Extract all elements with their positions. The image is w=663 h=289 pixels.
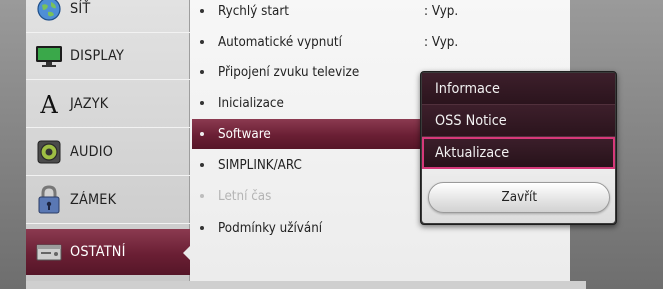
- popup-option-label: Informace: [435, 80, 500, 97]
- setting-name: Letní čas: [218, 188, 272, 204]
- padlock-icon: [34, 185, 64, 215]
- monitor-icon: [34, 41, 64, 71]
- bullet-icon: [200, 101, 204, 105]
- category-label: OSTATNÍ: [70, 244, 126, 260]
- language-letter-icon: A: [34, 89, 64, 119]
- category-item-lock[interactable]: ZÁMEK: [26, 177, 190, 224]
- setting-name: SIMPLINK/ARC: [218, 157, 302, 173]
- setting-value: : Vyp.: [424, 3, 459, 19]
- popup-option-label: Aktualizace: [435, 145, 510, 161]
- category-label: SÍŤ: [70, 1, 91, 17]
- category-item-language[interactable]: A JAZYK: [26, 81, 190, 128]
- globe-icon: [34, 0, 64, 24]
- category-menu: SÍŤ DISPLAY A JAZYK AUDIO ZÁMEK OSTATNÍ: [26, 0, 191, 281]
- category-label: DISPLAY: [70, 48, 125, 64]
- category-label: ZÁMEK: [70, 192, 117, 208]
- popup-option-update[interactable]: Aktualizace: [422, 137, 615, 169]
- setting-name: Připojení zvuku televize: [218, 64, 360, 80]
- popup-option-oss-notice[interactable]: OSS Notice: [422, 105, 615, 137]
- setting-name: Inicializace: [218, 95, 284, 111]
- bullet-icon: [200, 40, 204, 44]
- category-label: AUDIO: [70, 144, 114, 160]
- setting-name: Podmínky užívání: [218, 220, 323, 236]
- popup-option-label: OSS Notice: [435, 112, 507, 129]
- software-popup: Informace OSS Notice Aktualizace Zavřít: [420, 71, 617, 225]
- bullet-icon: [200, 194, 204, 198]
- popup-option-information[interactable]: Informace: [422, 73, 615, 105]
- category-item-display[interactable]: DISPLAY: [26, 33, 190, 80]
- category-label: JAZYK: [70, 96, 109, 112]
- bullet-icon: [200, 70, 204, 74]
- close-button[interactable]: Zavřít: [428, 182, 610, 213]
- setting-name: Automatické vypnutí: [218, 34, 342, 50]
- popup-footer: Zavřít: [422, 169, 615, 223]
- setting-name: Software: [218, 126, 271, 142]
- setting-row-quick-start[interactable]: Rychlý start : Vyp.: [192, 0, 564, 26]
- speaker-icon: [34, 137, 64, 167]
- bullet-icon: [200, 9, 204, 13]
- close-button-label: Zavřít: [501, 190, 537, 205]
- other-box-icon: [34, 237, 64, 267]
- category-item-other[interactable]: OSTATNÍ: [26, 229, 191, 275]
- setting-row-auto-power-off[interactable]: Automatické vypnutí : Vyp.: [192, 27, 564, 57]
- category-item-network[interactable]: SÍŤ: [26, 0, 190, 33]
- category-item-audio[interactable]: AUDIO: [26, 129, 190, 176]
- frame-bottom-strip: [26, 281, 586, 289]
- bullet-icon: [200, 132, 204, 136]
- bullet-icon: [200, 163, 204, 167]
- popup-option-list: Informace OSS Notice Aktualizace: [422, 73, 615, 169]
- setting-value: : Vyp.: [424, 34, 459, 50]
- svg-text:A: A: [39, 91, 58, 117]
- bullet-icon: [200, 226, 204, 230]
- setting-name: Rychlý start: [218, 3, 289, 19]
